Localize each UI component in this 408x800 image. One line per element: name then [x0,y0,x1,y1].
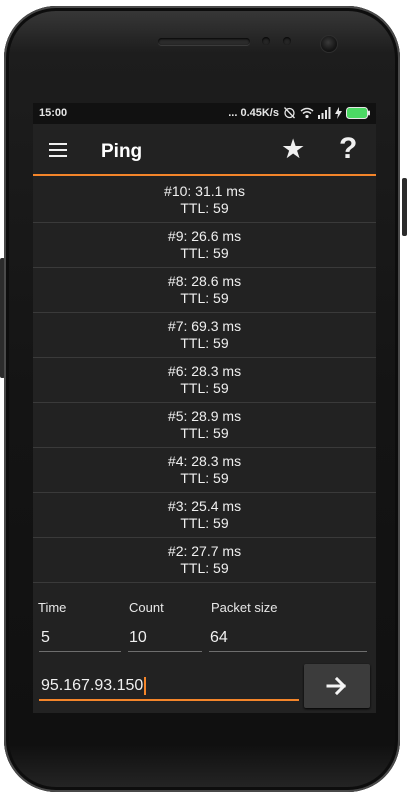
start-ping-button[interactable] [304,664,370,708]
list-item: #8: 28.6 ms TTL: 59 [33,268,376,313]
network-speed: ... 0.45K/s [228,106,279,119]
ping-time: #7: 69.3 ms [167,318,242,334]
arrow-right-icon [326,676,347,696]
ping-time: #3: 25.4 ms [167,498,242,514]
packet-size-value: 64 [210,629,228,646]
ping-ttl: TTL: 59 [180,470,229,486]
count-field[interactable]: 10 [128,629,202,652]
ping-ttl: TTL: 59 [180,560,229,576]
count-value: 10 [129,629,147,646]
host-input[interactable]: 95.167.93.150 [39,673,299,701]
time-value: 5 [41,629,50,646]
status-icons: ... 0.45K/s [228,106,370,119]
ping-time: #5: 28.9 ms [167,408,242,424]
ping-ttl: TTL: 59 [180,245,229,261]
ping-time: #6: 28.3 ms [167,363,242,379]
ping-ttl: TTL: 59 [180,200,229,216]
app-bar: Ping ★ ? [33,124,376,176]
status-time: 15:00 [39,107,68,119]
sensor-dot [262,37,270,45]
ping-ttl: TTL: 59 [180,425,229,441]
battery-icon [346,106,370,119]
charging-icon [335,106,342,119]
phone-device: 15:00 ... 0.45K/s Ping ★ ? #10: 31.1 ms … [0,0,408,800]
list-item: #7: 69.3 ms TTL: 59 [33,313,376,358]
signal-icon [318,106,331,119]
ping-form: Time Count Packet size 5 10 64 95.167.93… [33,595,376,713]
list-item: #9: 26.6 ms TTL: 59 [33,223,376,268]
alarm-off-icon [284,107,295,119]
front-camera [321,36,337,52]
ping-time: #10: 31.1 ms [164,183,245,199]
list-item: #5: 28.9 ms TTL: 59 [33,403,376,448]
list-item: #10: 31.1 ms TTL: 59 [33,178,376,223]
sensor-dot [283,37,291,45]
status-bar: 15:00 ... 0.45K/s [33,103,376,124]
text-cursor [144,676,147,695]
ping-time: #2: 27.7 ms [167,543,242,559]
packet-size-label: Packet size [211,600,278,615]
power-button [402,178,407,236]
host-value: 95.167.93.150 [41,677,144,694]
wifi-icon [300,107,314,118]
packet-size-field[interactable]: 64 [209,629,367,652]
ping-time: #9: 26.6 ms [167,228,242,244]
screen: 15:00 ... 0.45K/s Ping ★ ? #10: 31.1 ms … [33,103,376,713]
ping-time: #8: 28.6 ms [167,273,242,289]
list-item: #6: 28.3 ms TTL: 59 [33,358,376,403]
list-item: #2: 27.7 ms TTL: 59 [33,538,376,583]
star-icon[interactable]: ★ [281,136,305,163]
list-item: #3: 25.4 ms TTL: 59 [33,493,376,538]
page-title: Ping [101,141,143,162]
ping-ttl: TTL: 59 [180,515,229,531]
ping-ttl: TTL: 59 [180,335,229,351]
earpiece-speaker [158,38,250,45]
ping-ttl: TTL: 59 [180,290,229,306]
count-label: Count [129,600,164,615]
ping-time: #4: 28.3 ms [167,453,242,469]
time-field[interactable]: 5 [39,629,121,652]
results-list[interactable]: #10: 31.1 ms TTL: 59 #9: 26.6 ms TTL: 59 #… [33,178,376,595]
help-icon[interactable]: ? [339,134,357,164]
list-item: #4: 28.3 ms TTL: 59 [33,448,376,493]
ping-ttl: TTL: 59 [180,380,229,396]
time-label: Time [38,600,67,615]
menu-icon[interactable] [49,143,67,157]
